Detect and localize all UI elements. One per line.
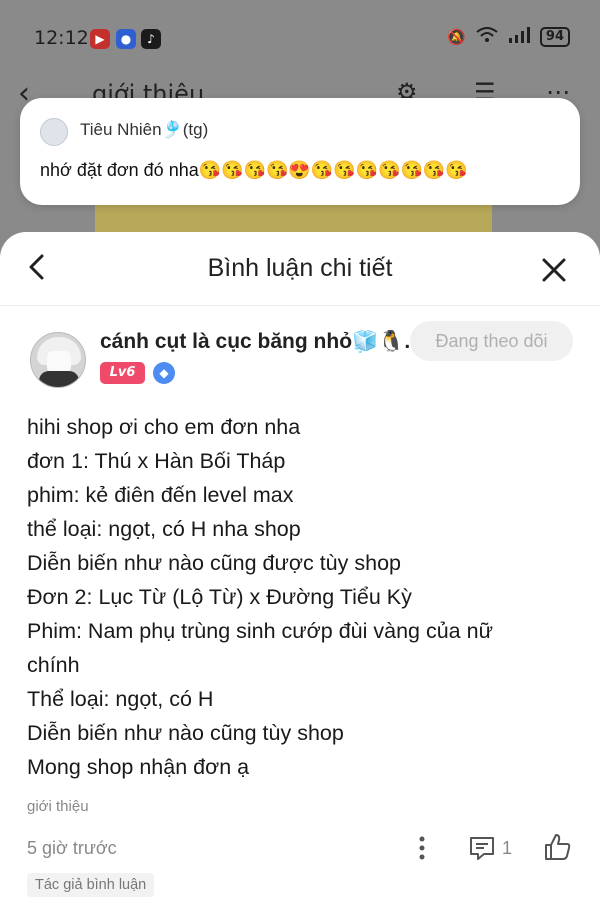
sheet-title: Bình luận chi tiết: [207, 254, 393, 282]
username[interactable]: cánh cụt là cục băng nhỏ🧊🐧...: [100, 330, 422, 354]
app-notification-icon: ●: [116, 29, 136, 49]
comment-body: hihi shop ơi cho em đơn nha đơn 1: Thú x…: [27, 410, 575, 784]
like-icon[interactable]: [542, 832, 572, 862]
comment-line: Phim: Nam phụ trùng sinh cướp đùi vàng c…: [27, 619, 493, 643]
comment-line: hihi shop ơi cho em đơn nha: [27, 415, 301, 439]
reply-count: 1: [502, 838, 513, 858]
sheet-header: Bình luận chi tiết: [0, 232, 600, 306]
comment-line: Diễn biến như nào cũng tùy shop: [27, 721, 344, 745]
comment-line: đơn 1: Thú x Hàn Bối Tháp: [27, 449, 286, 473]
sender-avatar: [40, 118, 68, 146]
comment-actions: 5 giờ trước 1: [0, 832, 600, 868]
comment-author-row: cánh cụt là cục băng nhỏ🧊🐧... Đang theo …: [0, 321, 600, 404]
mute-icon: 🔕: [447, 28, 466, 46]
status-right: 🔕 94: [447, 27, 570, 47]
reference-link[interactable]: giới thiệu: [27, 798, 89, 815]
verified-badge-icon: ◆: [153, 362, 175, 384]
wifi-icon: [476, 27, 498, 47]
comment-line: chính: [27, 653, 80, 677]
follow-button[interactable]: Đang theo dõi: [410, 321, 573, 361]
timestamp: 5 giờ trước: [27, 838, 117, 858]
notification-message: nhớ đặt đơn đó nha😘😘😘😘😍😘😘😘😘😘😘😘: [40, 160, 468, 180]
comment-line: phim: kẻ điên đến level max: [27, 483, 294, 507]
notification-banner[interactable]: Tiêu Nhiên🎐(tg) nhớ đặt đơn đó nha😘😘😘😘😍😘…: [20, 98, 580, 205]
signal-icon: [508, 27, 530, 47]
comment-line: Đơn 2: Lục Từ (Lộ Từ) x Đường Tiểu Kỳ: [27, 585, 412, 609]
comment-line: Thể loại: ngọt, có H: [27, 687, 214, 711]
close-icon[interactable]: [540, 256, 568, 284]
avatar[interactable]: [30, 332, 86, 388]
status-bar: 12:12 ▶ ● ♪ 🔕 94: [0, 0, 600, 80]
comment-line: thể loại: ngọt, có H nha shop: [27, 517, 301, 541]
notification-sender: Tiêu Nhiên🎐(tg): [80, 120, 209, 139]
comment-detail-sheet: Bình luận chi tiết cánh cụt là cục băng …: [0, 232, 600, 912]
level-badge: Lv6: [100, 362, 145, 384]
status-time: 12:12: [34, 27, 89, 49]
author-tag: Tác giả bình luận: [27, 873, 155, 897]
youtube-notification-icon: ▶: [90, 29, 110, 49]
battery-indicator: 94: [539, 27, 570, 47]
comment-line: Mong shop nhận đơn ạ: [27, 755, 250, 779]
comment-line: Diễn biến như nào cũng được tùy shop: [27, 551, 401, 575]
more-vertical-icon[interactable]: [414, 834, 430, 862]
comment-icon[interactable]: [468, 834, 496, 862]
tiktok-notification-icon: ♪: [141, 29, 161, 49]
